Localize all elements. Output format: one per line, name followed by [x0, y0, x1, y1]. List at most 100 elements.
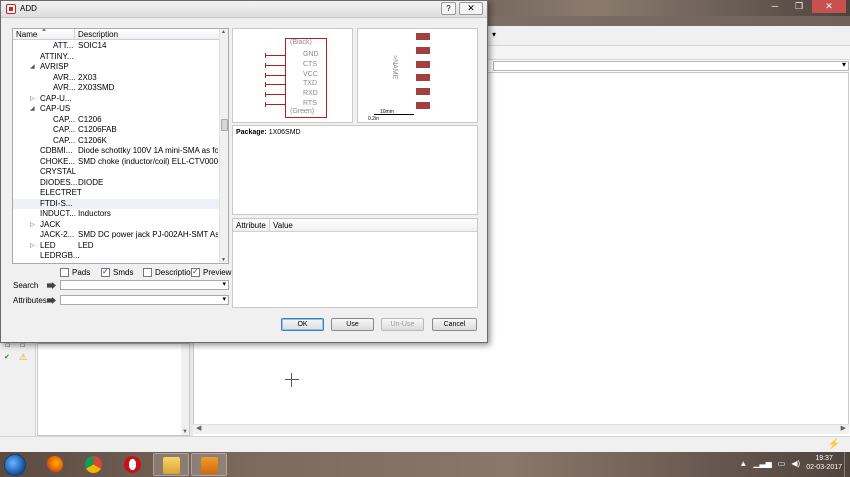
checkbox-pads[interactable]: Pads [60, 267, 90, 277]
taskbar-opera[interactable] [115, 453, 151, 476]
tree-row-name: CAP... [53, 135, 76, 145]
tree-row[interactable]: ATT... SOIC14 [13, 41, 220, 52]
tree-row[interactable]: JACK-2... SMD DC power jack PJ-002AH-SMT … [13, 230, 220, 241]
tree-row[interactable]: CAP... C1206FAB [13, 125, 220, 136]
tree-row[interactable]: DIODES... DIODE [13, 178, 220, 189]
package-preview: >NAME 10mm 0.2in [357, 28, 478, 123]
scrollbar-thumb[interactable] [221, 119, 228, 131]
window-close-button[interactable]: ✕ [812, 0, 846, 13]
tree-row[interactable]: FTDI-S... [13, 198, 220, 209]
attributes-go-icon[interactable] [47, 297, 56, 304]
canvas-horizontal-scrollbar[interactable]: ◀ ▶ [193, 424, 849, 434]
taskbar-firefox[interactable] [37, 453, 73, 476]
scroll-left-icon[interactable]: ◀ [196, 424, 201, 432]
help-button[interactable]: ? [441, 2, 456, 15]
dialog-titlebar: ADD ? ✕ [1, 1, 487, 18]
tray-clock[interactable]: 19:37 02-03-2017 [806, 454, 842, 472]
tree-row-name: LED [40, 240, 56, 250]
chevron-down-icon[interactable]: ▾ [222, 280, 226, 288]
chevron-down-icon[interactable]: ▾ [222, 295, 226, 303]
tree-row[interactable]: CAP... C1206K [13, 136, 220, 147]
tree-row-description: DIODE [78, 177, 104, 187]
description-text: Package: 1X06SMD [236, 129, 301, 136]
symbol-pin-label: GND [303, 51, 319, 58]
checkbox-smds-box[interactable] [101, 267, 110, 277]
use-button[interactable]: Use [331, 318, 374, 331]
checkbox-description-box[interactable] [143, 267, 152, 277]
tree-row[interactable]: AVR... 2X03SMD [13, 83, 220, 94]
tree-row[interactable]: ELECTRET [13, 188, 220, 199]
description-panel: Package: 1X06SMD [232, 125, 478, 215]
expand-arrow-icon[interactable]: ▷ [30, 241, 35, 252]
tree-row[interactable]: ATTINY... [13, 52, 220, 63]
tree-row[interactable]: LEDRGB... [13, 251, 220, 262]
toolbar-dropdown-arrow[interactable]: ▾ [492, 30, 496, 39]
column-header-attribute[interactable]: Attribute [233, 219, 270, 232]
symbol-pin-end [265, 82, 266, 88]
tree-row[interactable]: CRYSTAL [13, 167, 220, 178]
unuse-button[interactable]: Un-Use [381, 318, 424, 331]
search-input[interactable]: ▾ [60, 280, 229, 290]
start-button[interactable] [4, 454, 26, 476]
tree-row[interactable]: ◢ AVRISP [13, 62, 220, 73]
tree-vertical-scrollbar[interactable]: ▼ [181, 344, 189, 435]
expand-arrow-icon[interactable]: ▷ [30, 94, 35, 105]
taskbar-chrome[interactable] [76, 453, 112, 476]
scroll-down-icon[interactable]: ▼ [221, 257, 226, 263]
folder-icon [163, 457, 180, 474]
erc-check-icon[interactable]: ✔ [4, 353, 10, 361]
signal-icon[interactable]: ▁▃▅ [753, 459, 771, 468]
ok-button[interactable]: OK [281, 318, 324, 331]
tree-row[interactable]: CAP... C1206 [13, 115, 220, 126]
checkbox-smds[interactable]: Smds [101, 267, 133, 277]
package-pad [416, 33, 430, 40]
scroll-down-icon[interactable]: ▼ [182, 429, 188, 435]
package-pad [416, 46, 430, 54]
tree-row[interactable]: ▷ JACK [13, 220, 220, 231]
tree-row-name: AVRISP [40, 62, 69, 71]
expand-arrow-icon[interactable]: ▷ [30, 220, 35, 231]
dialog-close-button[interactable]: ✕ [459, 2, 483, 15]
warning-icon[interactable]: ⚠ [19, 352, 27, 363]
tree-row-description: SOIC14 [78, 41, 107, 50]
show-desktop-button[interactable] [844, 452, 850, 477]
scroll-right-icon[interactable]: ▶ [841, 424, 846, 432]
tree-vertical-scrollbar[interactable]: ▲ ▼ [219, 29, 228, 263]
checkbox-description[interactable]: Description [143, 267, 195, 277]
tree-row[interactable]: ▷ LED LED [13, 241, 220, 252]
network-icon[interactable]: ▭ [778, 459, 786, 468]
attributes-input[interactable]: ▾ [60, 295, 229, 305]
tree-row[interactable]: CDBMI... Diode schottky 100V 1A mini-SMA … [13, 146, 220, 157]
collapse-arrow-icon[interactable]: ◢ [30, 62, 35, 73]
taskbar-eagle[interactable] [191, 453, 227, 476]
column-header-name[interactable]: Name ▲ [13, 29, 75, 40]
tree-row[interactable]: INDUCT... Inductors [13, 209, 220, 220]
tree-row-name: AVR... [53, 83, 76, 92]
windows-taskbar: ▲ ▁▃▅ ▭ ◀) 19:37 02-03-2017 [0, 452, 850, 477]
tree-row-description: 2X03 [78, 72, 97, 82]
cancel-button[interactable]: Cancel [432, 318, 477, 331]
collapse-arrow-icon[interactable]: ◢ [30, 104, 35, 115]
tray-expand-icon[interactable]: ▲ [739, 459, 747, 468]
column-header-value[interactable]: Value [270, 219, 293, 233]
volume-icon[interactable]: ◀) [791, 459, 800, 468]
tree-row[interactable]: ◢ CAP-US [13, 104, 220, 115]
background-combo-box[interactable]: ▾ [493, 60, 849, 71]
tree-row[interactable]: AVR... 2X03 [13, 73, 220, 84]
checkbox-preview[interactable]: Preview [191, 267, 231, 277]
checkbox-pads-box[interactable] [60, 267, 69, 277]
search-go-icon[interactable] [47, 282, 56, 289]
checkbox-preview-box[interactable] [191, 267, 200, 277]
tree-row[interactable]: ▷ CAP-U... [13, 94, 220, 105]
taskbar-file-explorer[interactable] [153, 453, 189, 476]
scroll-up-icon[interactable]: ▲ [221, 29, 226, 35]
column-header-description[interactable]: Description [75, 29, 220, 40]
library-tree[interactable]: Name ▲ Description ATT... SOIC14 ATTINY...… [12, 28, 229, 264]
chevron-down-icon[interactable]: ▾ [842, 60, 846, 69]
symbol-pin-end [265, 72, 266, 78]
tree-row[interactable]: CHOKE... SMD choke (inductor/coil) ELL-CT… [13, 157, 220, 168]
symbol-pin-label: TXD [303, 80, 317, 88]
minimize-button[interactable]: ─ [764, 0, 786, 13]
maximize-button[interactable]: ❐ [788, 0, 810, 13]
left-tool-panel: ⌂ ⌂ ✔ ⚠ [0, 339, 36, 436]
